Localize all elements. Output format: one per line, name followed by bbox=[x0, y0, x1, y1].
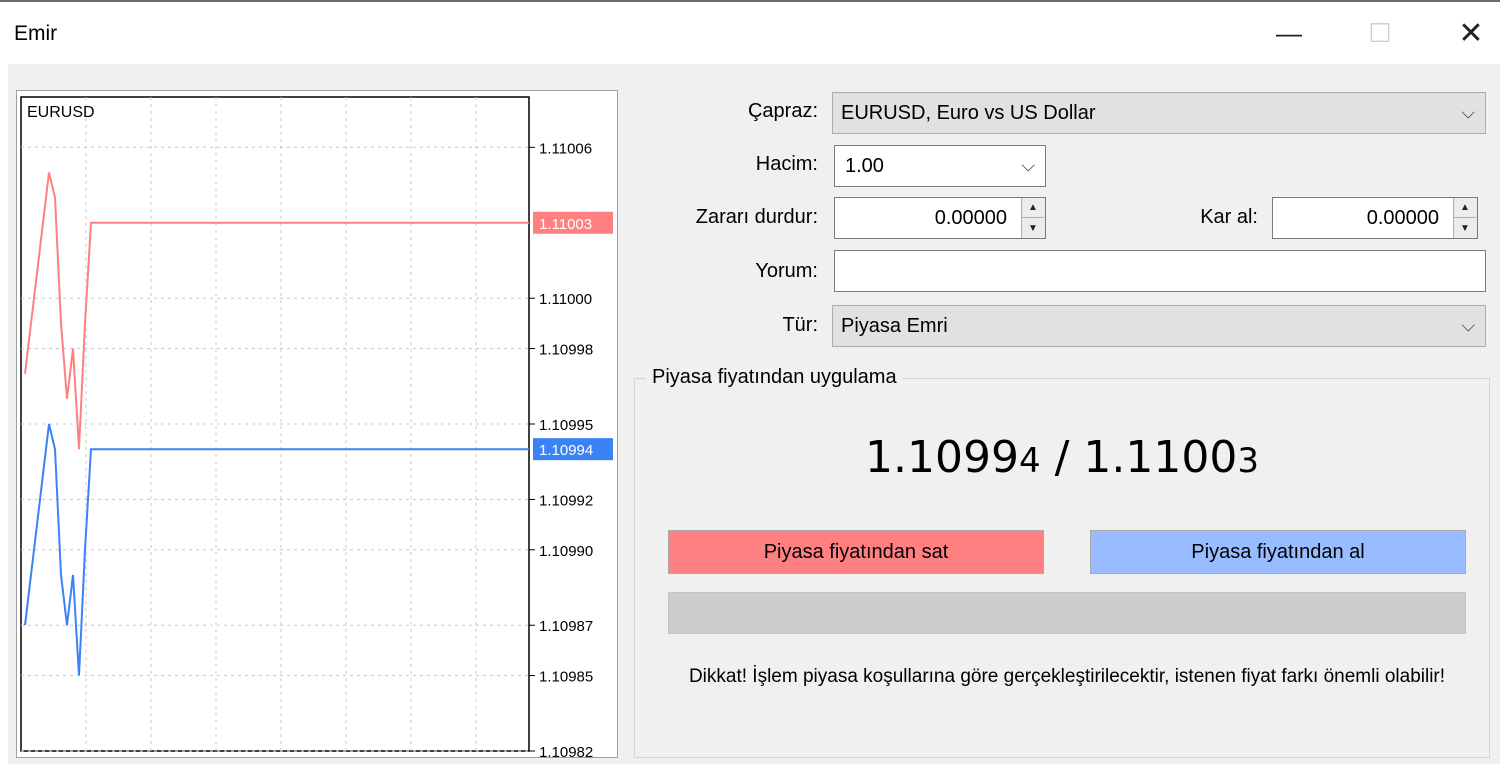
chevron-down-icon: ⌵ bbox=[1461, 102, 1475, 123]
symbol-select[interactable]: EURUSD, Euro vs US Dollar ⌵ bbox=[832, 92, 1486, 134]
chart-canvas: 1.11006 1.11000 1.10998 1.10995 1.10992 1.109… bbox=[20, 96, 613, 759]
close-button[interactable]: ✕ bbox=[1446, 10, 1496, 56]
volume-label: Hacim: bbox=[755, 153, 818, 175]
price-axis-label: 1.10992 bbox=[539, 492, 593, 509]
price-axis: 1.11006 1.11000 1.10998 1.10995 1.10992 1.109… bbox=[529, 140, 613, 759]
ask-price-main: 1.1100 bbox=[1083, 432, 1238, 483]
chevron-down-icon: ⌵ bbox=[1461, 315, 1475, 336]
stop-loss-input[interactable]: 0.00000 ▲ ▼ bbox=[834, 197, 1046, 239]
order-type-label: Tür: bbox=[782, 314, 818, 336]
bid-price-main: 1.1099 bbox=[864, 432, 1019, 483]
minimize-button[interactable]: — bbox=[1264, 10, 1314, 56]
buy-market-button[interactable]: Piyasa fiyatından al bbox=[1090, 530, 1466, 574]
chevron-down-icon: ⌵ bbox=[1021, 155, 1035, 176]
symbol-select-value: EURUSD, Euro vs US Dollar bbox=[841, 101, 1096, 124]
price-axis-label: 1.11006 bbox=[539, 140, 592, 157]
execution-status-bar bbox=[668, 592, 1466, 634]
volume-combo[interactable]: 1.00 ⌵ bbox=[834, 145, 1046, 187]
bid-price-last-digit: 4 bbox=[1018, 441, 1041, 481]
price-axis-label: 1.10995 bbox=[539, 417, 593, 434]
price-axis-label: 1.10985 bbox=[539, 669, 593, 686]
price-axis-label: 1.10987 bbox=[539, 618, 593, 635]
execution-group-title: Piyasa fiyatından uygulama bbox=[646, 366, 903, 389]
volume-value: 1.00 bbox=[845, 154, 884, 177]
title-bar: Emir — ☐ ✕ bbox=[0, 0, 1500, 62]
spin-up-icon[interactable]: ▲ bbox=[1454, 198, 1476, 218]
chart-symbol-label: EURUSD bbox=[27, 104, 95, 121]
bid-price-marker-label: 1.10994 bbox=[539, 442, 593, 459]
buy-market-label: Piyasa fiyatından al bbox=[1191, 540, 1365, 563]
symbol-label: Çapraz: bbox=[747, 100, 818, 122]
take-profit-input[interactable]: 0.00000 ▲ ▼ bbox=[1272, 197, 1478, 239]
price-chart: 1.11006 1.11000 1.10998 1.10995 1.10992 1.109… bbox=[16, 90, 618, 759]
price-axis-label: 1.10982 bbox=[539, 744, 593, 759]
window-title: Emir bbox=[14, 22, 58, 45]
price-separator: / bbox=[1040, 432, 1084, 483]
stop-loss-value: 0.00000 bbox=[934, 206, 1007, 229]
comment-input[interactable] bbox=[834, 250, 1486, 292]
order-type-select[interactable]: Piyasa Emri ⌵ bbox=[832, 305, 1486, 347]
ask-price-marker-label: 1.11003 bbox=[539, 216, 592, 233]
sell-market-button[interactable]: Piyasa fiyatından sat bbox=[668, 530, 1044, 574]
price-axis-label: 1.10990 bbox=[539, 543, 593, 560]
ask-price-last-digit: 3 bbox=[1237, 441, 1259, 481]
take-profit-spinner[interactable]: ▲ ▼ bbox=[1453, 198, 1477, 238]
sell-market-label: Piyasa fiyatından sat bbox=[763, 540, 949, 563]
maximize-button[interactable]: ☐ bbox=[1355, 10, 1405, 56]
price-axis-label: 1.10998 bbox=[539, 342, 593, 359]
stop-loss-spinner[interactable]: ▲ ▼ bbox=[1021, 198, 1045, 238]
bid-ask-display: 1.10994 / 1.11003 bbox=[634, 432, 1490, 483]
order-type-value: Piyasa Emri bbox=[841, 314, 948, 337]
stop-loss-label: Zararı durdur: bbox=[695, 206, 818, 228]
price-axis-label: 1.11000 bbox=[539, 291, 592, 308]
spin-down-icon[interactable]: ▼ bbox=[1022, 218, 1044, 238]
comment-label: Yorum: bbox=[755, 260, 818, 282]
take-profit-label: Kar al: bbox=[1200, 206, 1258, 228]
execution-warning: Dikkat! İşlem piyasa koşullarına göre ge… bbox=[688, 666, 1446, 687]
take-profit-value: 0.00000 bbox=[1366, 206, 1439, 229]
spin-up-icon[interactable]: ▲ bbox=[1022, 198, 1044, 218]
spin-down-icon[interactable]: ▼ bbox=[1454, 218, 1476, 238]
